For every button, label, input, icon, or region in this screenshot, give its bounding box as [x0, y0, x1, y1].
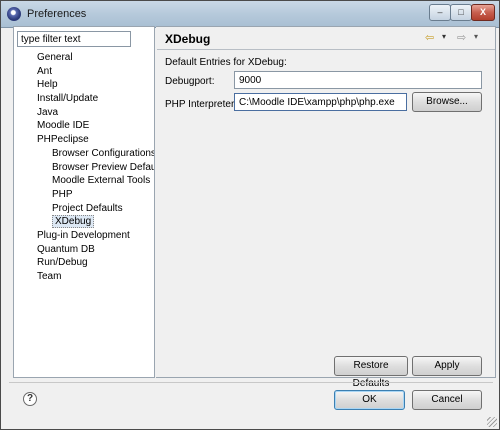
title-separator: [157, 49, 495, 50]
tree-item-plug-in-development[interactable]: Plug-in Development: [37, 229, 154, 243]
page-title: XDebug: [165, 32, 211, 46]
tree-item-label: Java: [37, 106, 59, 118]
title-bar[interactable]: Preferences – □ X: [1, 1, 499, 28]
minimize-button[interactable]: –: [429, 4, 451, 21]
eclipse-icon: [7, 7, 21, 21]
tree-item-run-debug[interactable]: Run/Debug: [37, 256, 154, 270]
tree-item-install-update[interactable]: Install/Update: [37, 92, 154, 106]
cancel-button[interactable]: Cancel: [412, 390, 482, 410]
debugport-field[interactable]: 9000: [234, 71, 482, 89]
ok-button[interactable]: OK: [334, 390, 405, 410]
tree-item-label: Install/Update: [37, 93, 99, 105]
tree-item-label: Moodle External Tools: [52, 175, 151, 187]
section-label: Default Entries for XDebug:: [165, 57, 287, 68]
maximize-button[interactable]: □: [450, 4, 472, 21]
tree-item-label: XDebug: [52, 215, 95, 229]
back-arrow-icon[interactable]: ⇦: [425, 31, 434, 44]
tree-item-moodle-ide[interactable]: Moodle IDE: [37, 119, 154, 133]
tree-item-browser-configurations[interactable]: Browser Configurations: [37, 147, 154, 161]
debugport-label: Debugport:: [165, 76, 215, 87]
tree-item-label: Plug-in Development: [37, 229, 130, 241]
close-button[interactable]: X: [471, 4, 495, 21]
tree-item-xdebug[interactable]: XDebug: [37, 215, 154, 229]
browse-button[interactable]: Browse...: [412, 92, 482, 112]
tree-item-label: Browser Configurations: [52, 147, 154, 159]
resize-grip[interactable]: [487, 417, 497, 427]
tree-item-label: PHP: [52, 188, 73, 200]
tree-item-label: Moodle IDE: [37, 120, 90, 132]
forward-dropdown-icon[interactable]: ▾: [474, 32, 478, 41]
filter-input[interactable]: [17, 31, 131, 47]
footer-separator: [9, 382, 493, 383]
tree-item-project-defaults[interactable]: Project Defaults: [37, 202, 154, 216]
apply-button[interactable]: Apply: [412, 356, 482, 376]
tree-item-ant[interactable]: Ant: [37, 65, 154, 79]
tree-item-label: Quantum DB: [37, 243, 95, 255]
forward-arrow-icon[interactable]: ⇨: [457, 31, 466, 44]
php-interpreter-label: PHP Interpreter:: [165, 99, 238, 110]
preferences-window: Preferences – □ X General Ant Help Install/…: [0, 0, 500, 430]
tree-item-quantum-db[interactable]: Quantum DB: [37, 243, 154, 257]
tree-item-moodle-external-tools[interactable]: Moodle External Tools: [37, 174, 154, 188]
tree-item-label: Browser Preview Defaults: [52, 161, 154, 173]
back-dropdown-icon[interactable]: ▾: [442, 32, 446, 41]
tree-item-php[interactable]: PHP: [37, 188, 154, 202]
tree-item-label: Help: [37, 79, 58, 91]
tree-item-label: PHPeclipse: [37, 134, 89, 146]
tree-item-help[interactable]: Help: [37, 78, 154, 92]
tree-item-java[interactable]: Java: [37, 106, 154, 120]
tree-item-label: Project Defaults: [52, 202, 123, 214]
tree-item-label: General: [37, 52, 73, 63]
tree-item-label: Run/Debug: [37, 257, 88, 269]
tree-item-phpeclipse[interactable]: PHPeclipse: [37, 133, 154, 147]
page-navigation: ⇦ ▾ ⇨ ▾: [425, 31, 485, 45]
restore-defaults-button[interactable]: Restore Defaults: [334, 356, 408, 389]
window-title: Preferences: [27, 8, 87, 20]
tree-item-label: Team: [37, 271, 62, 282]
help-icon[interactable]: ?: [23, 392, 37, 406]
tree-item-label: Ant: [37, 65, 53, 77]
tree-item-browser-preview-defaults[interactable]: Browser Preview Defaults: [37, 161, 154, 175]
php-interpreter-field[interactable]: C:\Moodle IDE\xampp\php\php.exe: [234, 93, 407, 111]
preference-tree: General Ant Help Install/Update Java Moodle I…: [37, 51, 154, 284]
tree-item-team[interactable]: Team: [37, 270, 154, 284]
tree-item-general[interactable]: General: [37, 51, 154, 65]
